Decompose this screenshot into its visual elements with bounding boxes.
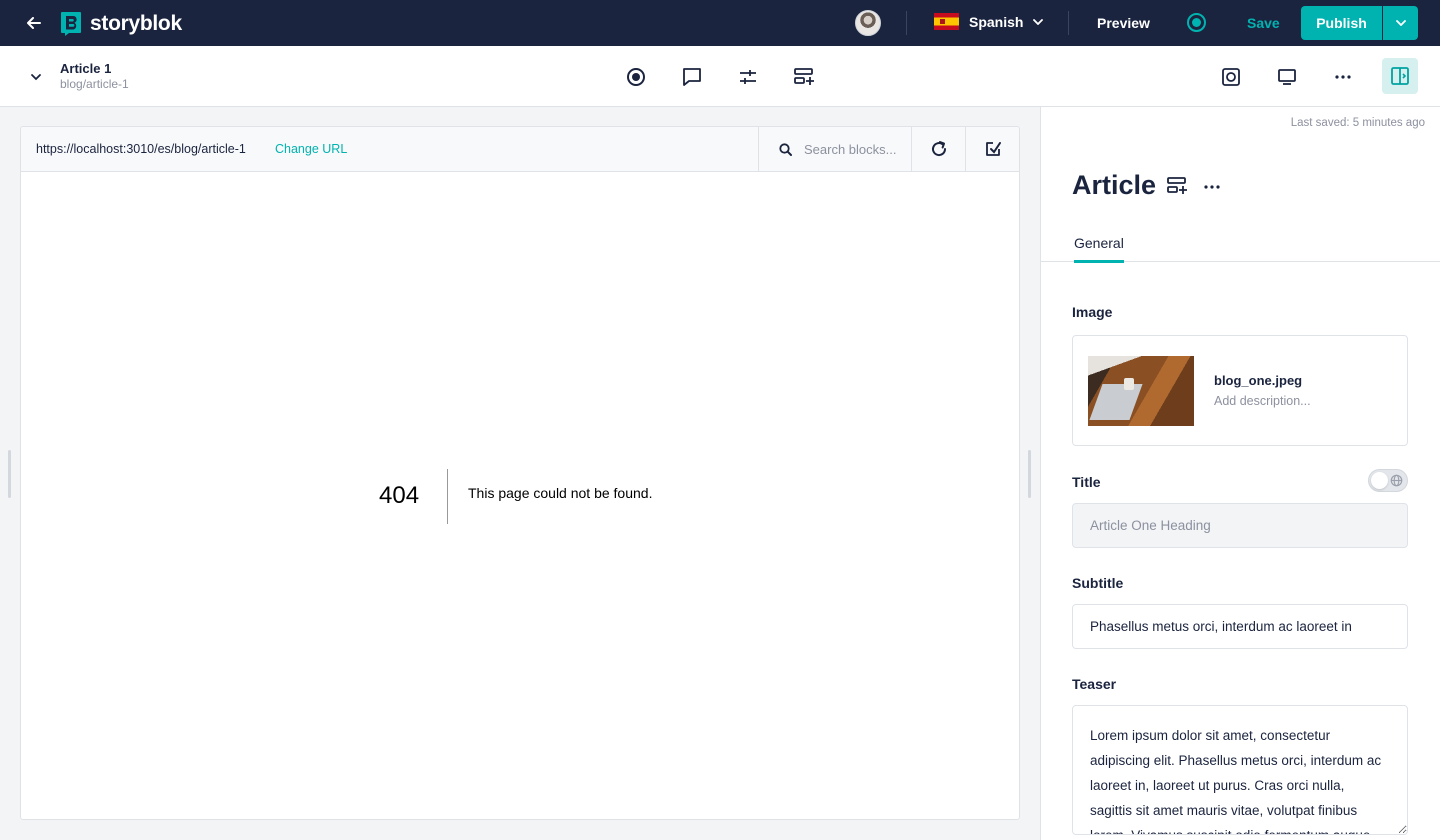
- add-block-icon[interactable]: [792, 65, 816, 89]
- divider: [1068, 11, 1069, 35]
- change-url-link[interactable]: Change URL: [275, 142, 347, 156]
- more-icon[interactable]: [1201, 176, 1223, 198]
- select-element-button[interactable]: [965, 127, 1019, 171]
- storyblok-logo-icon: [61, 12, 81, 36]
- image-description-placeholder[interactable]: Add description...: [1214, 394, 1311, 408]
- globe-icon: [1390, 474, 1403, 487]
- url-bar: https://localhost:3010/es/blog/article-1…: [21, 127, 1019, 172]
- preview-url: https://localhost:3010/es/blog/article-1: [36, 142, 246, 156]
- image-file-name: blog_one.jpeg: [1214, 373, 1303, 388]
- target-icon[interactable]: [624, 65, 648, 89]
- back-arrow-icon[interactable]: [24, 13, 44, 33]
- add-block-icon[interactable]: [1166, 176, 1188, 198]
- language-label: Spanish: [969, 13, 1024, 30]
- teaser-textarea[interactable]: Lorem ipsum dolor sit amet, consectetur …: [1072, 705, 1408, 835]
- search-icon: [779, 142, 792, 156]
- story-toolbar: Article 1 blog/article-1: [0, 46, 1440, 107]
- preview-frame: https://localhost:3010/es/blog/article-1…: [20, 126, 1020, 820]
- publish-button[interactable]: Publish: [1301, 6, 1382, 40]
- image-thumbnail[interactable]: [1088, 356, 1194, 426]
- search-input[interactable]: [804, 141, 904, 157]
- image-asset-card[interactable]: blog_one.jpeg Add description...: [1072, 335, 1408, 446]
- subtitle-label: Subtitle: [1072, 575, 1124, 591]
- chevron-down-icon: [1033, 18, 1044, 25]
- reload-icon: [931, 141, 946, 157]
- subtitle-input[interactable]: [1072, 604, 1408, 649]
- error-divider: [447, 469, 448, 524]
- resize-handle-right[interactable]: [1028, 450, 1031, 498]
- image-label: Image: [1072, 304, 1113, 320]
- title-input[interactable]: [1072, 503, 1408, 548]
- storyblok-logo[interactable]: storyblok: [60, 11, 182, 37]
- tab-general[interactable]: General: [1074, 235, 1124, 263]
- translation-toggle[interactable]: [1368, 469, 1408, 492]
- reload-button[interactable]: [911, 127, 965, 171]
- panel-title: Article: [1072, 170, 1157, 200]
- status-icon[interactable]: [1187, 13, 1206, 32]
- search-blocks: [758, 127, 911, 171]
- chevron-down-icon[interactable]: [28, 69, 44, 85]
- resize-handle-left[interactable]: [8, 450, 11, 498]
- desktop-icon[interactable]: [1275, 65, 1299, 89]
- sliders-icon[interactable]: [736, 65, 760, 89]
- story-name: Article 1: [60, 61, 112, 76]
- select-element-icon: [985, 142, 1001, 156]
- preview-device-icon[interactable]: [1219, 65, 1243, 89]
- divider: [906, 11, 907, 35]
- preview-button[interactable]: Preview: [1097, 15, 1150, 31]
- title-label: Title: [1072, 474, 1101, 490]
- publish-options-button[interactable]: [1383, 6, 1418, 40]
- avatar[interactable]: [855, 10, 881, 36]
- error-message: This page could not be found.: [468, 485, 653, 501]
- toggle-knob: [1371, 472, 1388, 489]
- content-panel: Last saved: 5 minutes ago Article Genera…: [1040, 107, 1440, 840]
- comment-icon[interactable]: [680, 65, 704, 89]
- top-bar: storyblok Spanish Preview Save Publish: [0, 0, 1440, 46]
- story-slug: blog/article-1: [60, 77, 129, 91]
- more-icon[interactable]: [1331, 65, 1355, 89]
- logo-text: storyblok: [90, 12, 182, 35]
- error-code: 404: [379, 482, 420, 509]
- save-button[interactable]: Save: [1247, 15, 1280, 31]
- split-view-icon[interactable]: [1382, 58, 1418, 94]
- panel-tabs: General: [1041, 225, 1440, 263]
- language-selector[interactable]: Spanish: [934, 13, 1044, 30]
- spain-flag-icon: [934, 13, 959, 30]
- teaser-label: Teaser: [1072, 676, 1117, 692]
- chevron-down-icon: [1395, 20, 1406, 26]
- last-saved-status: Last saved: 5 minutes ago: [1290, 117, 1425, 129]
